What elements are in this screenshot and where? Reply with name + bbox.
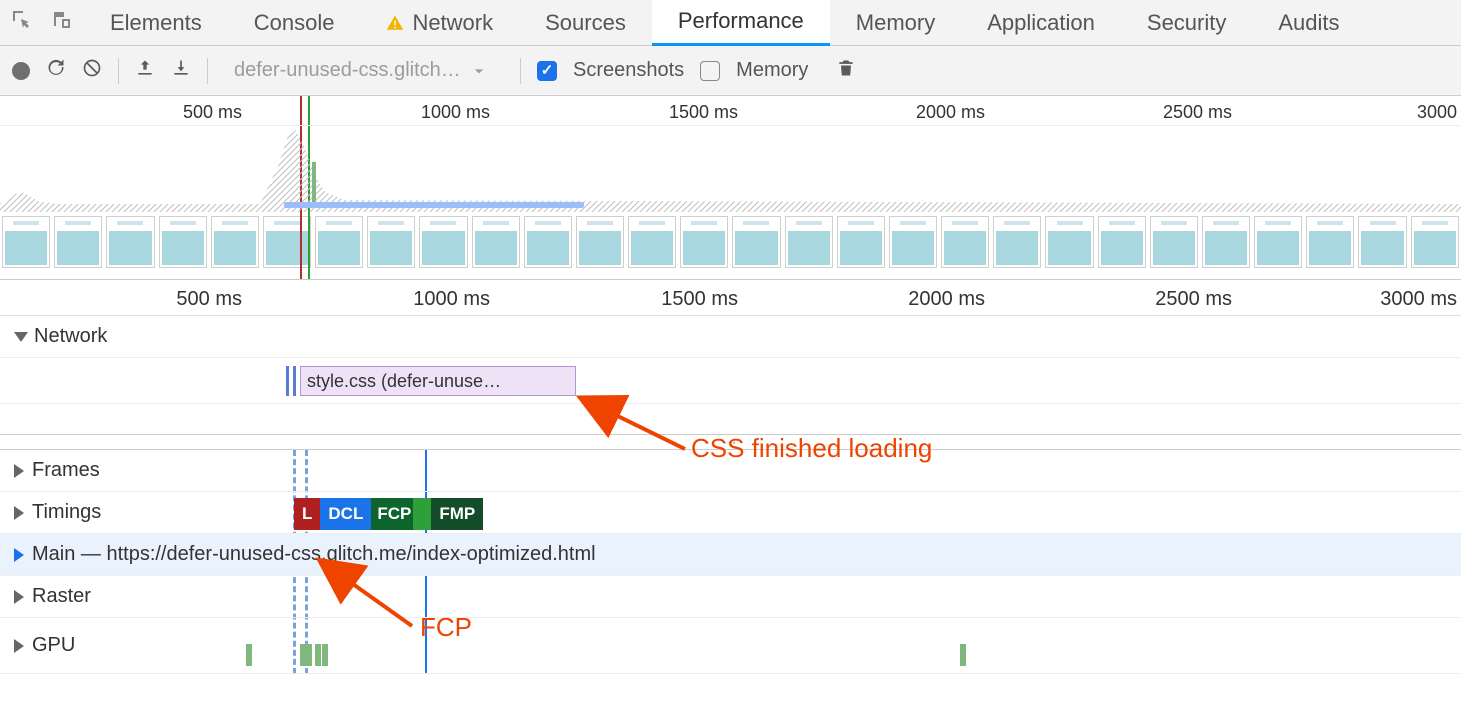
chevron-down-icon <box>469 61 489 81</box>
flamechart-upper[interactable]: Network style.css (defer-unuse… <box>0 316 1461 434</box>
gpu-task[interactable] <box>322 644 328 666</box>
gpu-task[interactable] <box>315 644 321 666</box>
divider <box>520 58 521 84</box>
memory-label: Memory <box>736 59 808 82</box>
tab-security[interactable]: Security <box>1121 0 1252 46</box>
screenshots-label: Screenshots <box>573 59 684 82</box>
track-gpu[interactable]: GPU <box>0 618 1461 674</box>
inspect-icon[interactable] <box>10 8 34 38</box>
screenshot-thumb[interactable] <box>159 216 207 268</box>
screenshot-thumb[interactable] <box>2 216 50 268</box>
tab-elements[interactable]: Elements <box>84 0 228 46</box>
screenshot-thumb[interactable] <box>106 216 154 268</box>
collapse-icon[interactable] <box>14 332 28 342</box>
screenshot-thumb[interactable] <box>1098 216 1146 268</box>
record-button[interactable] <box>12 62 30 80</box>
track-spacer <box>0 404 1461 434</box>
network-queueing <box>293 366 296 396</box>
expand-icon[interactable] <box>14 464 24 478</box>
track-network[interactable]: Network <box>0 316 1461 358</box>
tab-console[interactable]: Console <box>228 0 361 46</box>
screenshot-thumb[interactable] <box>680 216 728 268</box>
screenshot-thumb[interactable] <box>1202 216 1250 268</box>
screenshot-thumb[interactable] <box>628 216 676 268</box>
screenshot-thumb[interactable] <box>889 216 937 268</box>
overview-ruler: 500 ms 1000 ms 1500 ms 2000 ms 2500 ms 3… <box>0 96 1461 126</box>
warning-icon <box>386 14 404 32</box>
devtools-tabs: Elements Console Network Sources Perform… <box>0 0 1461 46</box>
tab-network[interactable]: Network <box>360 0 519 46</box>
profile-selector[interactable]: defer-unused-css.glitch… <box>224 59 504 82</box>
drag-dots-icon: ⋯ <box>723 434 739 451</box>
expand-icon[interactable] <box>14 548 24 562</box>
tab-performance[interactable]: Performance <box>652 0 830 46</box>
screenshot-thumb[interactable] <box>419 216 467 268</box>
overview-pane[interactable]: 500 ms 1000 ms 1500 ms 2000 ms 2500 ms 3… <box>0 96 1461 280</box>
upload-icon[interactable] <box>135 58 155 84</box>
tab-sources[interactable]: Sources <box>519 0 652 46</box>
gpu-task[interactable] <box>246 644 252 666</box>
screenshots-checkbox[interactable] <box>537 61 557 81</box>
screenshot-thumb[interactable] <box>576 216 624 268</box>
screenshot-thumb[interactable] <box>941 216 989 268</box>
screenshot-thumb[interactable] <box>993 216 1041 268</box>
download-icon[interactable] <box>171 58 191 84</box>
gpu-task[interactable] <box>306 644 312 666</box>
screenshot-thumb[interactable] <box>1150 216 1198 268</box>
screenshot-thumb[interactable] <box>1254 216 1302 268</box>
screenshot-thumb[interactable] <box>263 216 311 268</box>
timeline-ruler[interactable]: 500 ms 1000 ms 1500 ms 2000 ms 2500 ms 3… <box>0 280 1461 316</box>
divider <box>118 58 119 84</box>
divider <box>207 58 208 84</box>
screenshot-thumb[interactable] <box>367 216 415 268</box>
profile-name: defer-unused-css.glitch… <box>234 59 461 82</box>
expand-icon[interactable] <box>14 506 24 520</box>
screenshot-thumb[interactable] <box>837 216 885 268</box>
trash-icon[interactable] <box>836 58 856 84</box>
fps-chart <box>0 126 1461 212</box>
memory-checkbox[interactable] <box>700 61 720 81</box>
timing-dcl[interactable]: DCL <box>320 498 371 530</box>
screenshot-thumb[interactable] <box>472 216 520 268</box>
tab-audits[interactable]: Audits <box>1252 0 1365 46</box>
screenshot-thumb[interactable] <box>315 216 363 268</box>
screenshot-thumb[interactable] <box>1306 216 1354 268</box>
track-timings[interactable]: Timings L DCL FCP FMP <box>0 492 1461 534</box>
timing-fcp[interactable]: FCP <box>371 498 431 530</box>
resource-stylecss[interactable]: style.css (defer-unuse… <box>300 366 576 396</box>
resize-handle[interactable]: ⋯ <box>0 434 1461 450</box>
screenshot-thumb[interactable] <box>785 216 833 268</box>
screenshot-thumb[interactable] <box>211 216 259 268</box>
track-frames[interactable]: Frames <box>0 450 1461 492</box>
tab-application[interactable]: Application <box>961 0 1121 46</box>
device-toggle-icon[interactable] <box>50 8 74 38</box>
flamechart-lower[interactable]: Frames Timings L DCL FCP FMP Main — http… <box>0 450 1461 674</box>
expand-icon[interactable] <box>14 590 24 604</box>
screenshot-thumb[interactable] <box>1411 216 1459 268</box>
filmstrip[interactable] <box>0 212 1461 270</box>
track-raster[interactable]: Raster <box>0 576 1461 618</box>
reload-icon[interactable] <box>46 58 66 84</box>
clear-icon[interactable] <box>82 58 102 84</box>
timing-fmp[interactable]: FMP <box>431 498 483 530</box>
tab-memory[interactable]: Memory <box>830 0 961 46</box>
screenshot-thumb[interactable] <box>1045 216 1093 268</box>
network-queueing <box>286 366 289 396</box>
screenshot-thumb[interactable] <box>1358 216 1406 268</box>
track-main[interactable]: Main — https://defer-unused-css.glitch.m… <box>0 534 1461 576</box>
timing-l[interactable]: L <box>294 498 320 530</box>
gpu-task[interactable] <box>960 644 966 666</box>
performance-toolbar: defer-unused-css.glitch… Screenshots Mem… <box>0 46 1461 96</box>
screenshot-thumb[interactable] <box>732 216 780 268</box>
screenshot-thumb[interactable] <box>524 216 572 268</box>
network-row-stylecss[interactable]: style.css (defer-unuse… <box>0 358 1461 404</box>
screenshot-thumb[interactable] <box>54 216 102 268</box>
